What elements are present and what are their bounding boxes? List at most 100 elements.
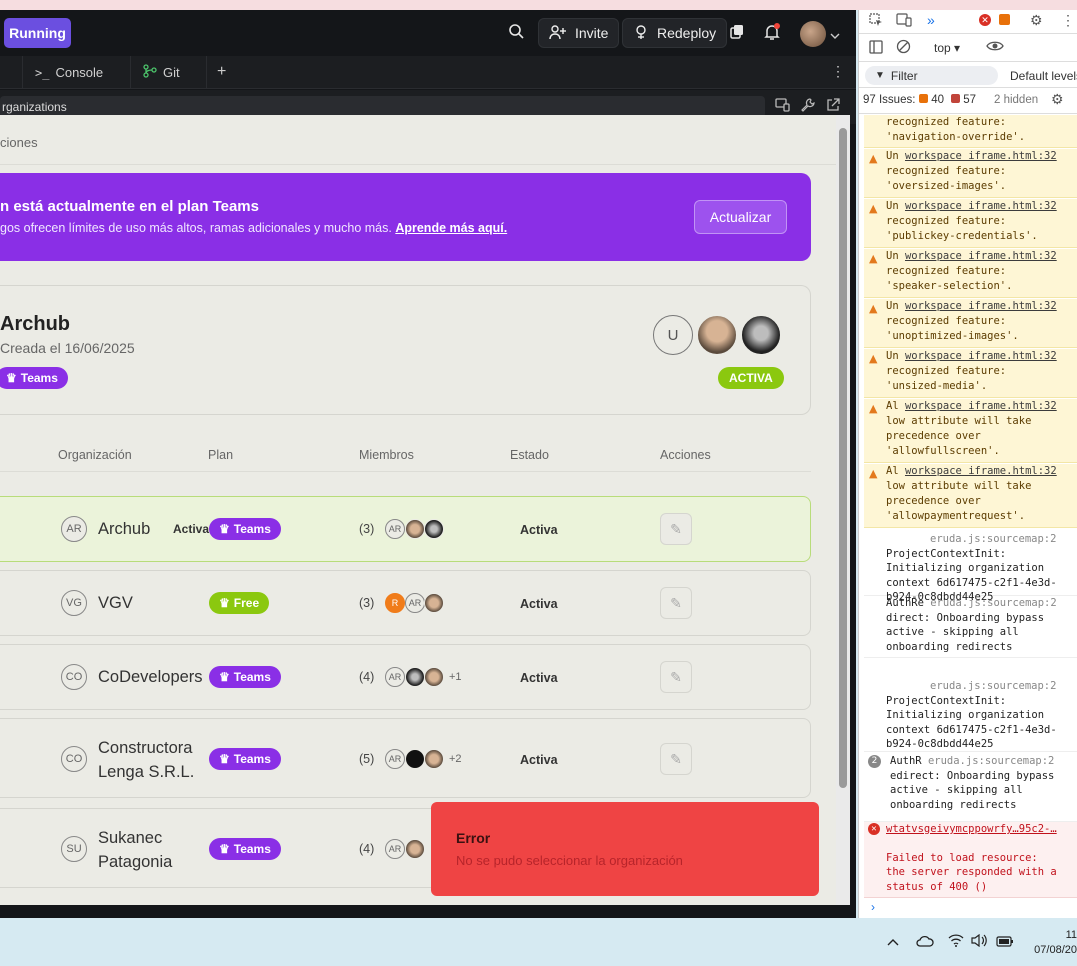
current-org-card: Archub Creada el 16/06/2025 ♛ Teams U AC…	[0, 285, 811, 415]
bell-icon[interactable]	[763, 23, 781, 46]
console-warning: ▲ Al workspace iframe.html:32 low attrib…	[864, 464, 1077, 528]
member-avatar-photo	[405, 519, 425, 539]
issues-label[interactable]: 97 Issues:	[863, 94, 915, 106]
console-prompt-icon[interactable]: ›	[871, 900, 875, 914]
edit-button[interactable]: ✎	[660, 587, 692, 619]
user-avatar[interactable]	[800, 21, 826, 47]
external-link-icon[interactable]	[826, 98, 840, 115]
learn-more-link[interactable]: Aprende más aquí.	[395, 221, 507, 235]
sidebar-toggle-icon[interactable]	[869, 40, 883, 57]
source-link[interactable]: workspace iframe.html:32	[905, 350, 1057, 362]
wifi-icon[interactable]	[948, 934, 964, 950]
error-toast[interactable]: Error No se pudo seleccionar la organiza…	[431, 802, 819, 896]
source-link[interactable]: workspace iframe.html:32	[905, 300, 1057, 312]
volume-icon[interactable]	[971, 933, 987, 950]
search-icon[interactable]	[508, 23, 524, 44]
context-select[interactable]: top ▾	[934, 41, 960, 55]
top-bar: Running Invite Redeploy	[0, 10, 856, 56]
source-link[interactable]: eruda.js:sourcemap:2	[928, 755, 1054, 767]
org-initials-avatar: VG	[61, 590, 87, 616]
plan-badge: ♛ Teams	[209, 748, 281, 770]
member-count: (4)	[359, 670, 375, 684]
copy-icon[interactable]	[729, 24, 745, 45]
scrollbar-thumb[interactable]	[839, 128, 847, 788]
source-link[interactable]: workspace iframe.html:32	[905, 400, 1057, 412]
issues-bar: 97 Issues: 40 57 2 hidden ⚙	[859, 88, 1077, 114]
more-tabs-icon[interactable]: »	[927, 12, 935, 28]
device-toggle-icon[interactable]	[896, 13, 912, 30]
member-avatar-photo	[424, 519, 444, 539]
source-link[interactable]: eruda.js:sourcemap:2	[930, 597, 1056, 609]
tab-git[interactable]: Git	[131, 56, 207, 89]
inspect-icon[interactable]	[869, 13, 883, 30]
tab-bar: >_ Console Git + ⋮	[0, 56, 856, 89]
chevron-up-icon[interactable]	[887, 934, 899, 950]
member-avatar-initial: AR	[405, 593, 425, 613]
clock[interactable]: 11 07/08/20	[1030, 928, 1077, 958]
warning-icon[interactable]	[999, 14, 1010, 25]
status-text: Activa	[520, 523, 558, 537]
member-count: (5)	[359, 752, 375, 766]
error-icon[interactable]: ✕	[979, 14, 991, 26]
org-name: Constructora Lenga S.R.L.	[98, 739, 195, 781]
more-members-count: +2	[449, 753, 462, 765]
edit-icon: ✎	[670, 750, 682, 767]
table-row[interactable]: VG VGV ♛ Free (3) R AR Activa ✎	[0, 570, 811, 636]
clear-console-icon[interactable]	[896, 39, 911, 57]
gear-icon[interactable]: ⚙	[1030, 12, 1043, 29]
redeploy-button[interactable]: Redeploy	[622, 18, 728, 48]
crown-icon: ♛	[219, 842, 230, 856]
tab-console[interactable]: >_ Console	[23, 56, 131, 89]
source-link[interactable]: workspace iframe.html:32	[905, 200, 1057, 212]
source-link[interactable]: eruda.js:sourcemap:2	[930, 533, 1056, 545]
column-header-actions: Acciones	[660, 448, 711, 462]
running-status-button[interactable]: Running	[4, 18, 71, 48]
active-label: Activa	[173, 522, 210, 536]
source-link[interactable]: eruda.js:sourcemap:2	[930, 680, 1056, 692]
member-avatar-initial: AR	[385, 839, 405, 859]
org-initials-avatar: CO	[61, 746, 87, 772]
source-link[interactable]: wtatvsgeivymcppowrfy…95c2-…	[886, 823, 1057, 835]
member-avatar-initial: U	[653, 315, 693, 355]
console-warning: ▲ Un workspace iframe.html:32 recognized…	[864, 149, 1077, 198]
plan-badge: ♛ Teams	[209, 518, 281, 540]
tab-git-label: Git	[163, 65, 180, 80]
info-count[interactable]: 57	[951, 94, 976, 106]
source-link[interactable]: workspace iframe.html:32	[905, 465, 1057, 477]
battery-icon[interactable]	[996, 934, 1014, 950]
member-count: (4)	[359, 842, 375, 856]
cloud-icon[interactable]	[916, 934, 934, 950]
gear-icon[interactable]: ⚙	[1051, 91, 1064, 108]
org-name: Sukanec Patagonia	[98, 829, 173, 871]
edit-icon: ✎	[670, 594, 682, 611]
member-avatar-photo	[424, 749, 444, 769]
table-row[interactable]: CO Constructora Lenga S.R.L. ♛ Teams (5) A…	[0, 718, 811, 798]
page-content: ciones n está actualmente en el plan Tea…	[0, 115, 836, 905]
source-link[interactable]: workspace iframe.html:32	[905, 250, 1057, 262]
edit-button[interactable]: ✎	[660, 513, 692, 545]
table-row[interactable]: AR Archub Activa ♛ Teams (3) AR Activa ✎	[0, 496, 811, 562]
more-vertical-icon[interactable]: ⋮	[831, 63, 845, 80]
eye-icon[interactable]	[986, 39, 1004, 56]
invite-button[interactable]: Invite	[538, 18, 620, 48]
add-tab-icon[interactable]: +	[217, 63, 226, 81]
levels-select[interactable]: Default levels	[1010, 69, 1077, 83]
toast-message: No se pudo seleccionar la organización	[456, 853, 683, 868]
devtools-panel: » ✕ ⚙ ⋮ top ▾ ▼ Filter Default levels 97…	[858, 10, 1077, 918]
crown-icon: ♛	[6, 371, 17, 385]
chevron-down-icon[interactable]	[830, 27, 840, 45]
more-vertical-icon[interactable]: ⋮	[1061, 12, 1075, 29]
source-link[interactable]: workspace iframe.html:32	[905, 150, 1057, 162]
member-avatar-photo	[424, 667, 444, 687]
divider	[0, 164, 836, 165]
warning-count[interactable]: 40	[919, 94, 944, 106]
member-avatar-photo	[740, 314, 782, 356]
wrench-icon[interactable]	[801, 98, 815, 115]
devices-icon[interactable]	[775, 98, 790, 115]
filter-input[interactable]: ▼ Filter	[865, 66, 998, 85]
edit-button[interactable]: ✎	[660, 661, 692, 693]
tab-previous[interactable]	[0, 56, 23, 89]
upgrade-button[interactable]: Actualizar	[694, 200, 787, 234]
table-row[interactable]: CO CoDevelopers ♛ Teams (4) AR +1 Activa …	[0, 644, 811, 710]
edit-button[interactable]: ✎	[660, 743, 692, 775]
